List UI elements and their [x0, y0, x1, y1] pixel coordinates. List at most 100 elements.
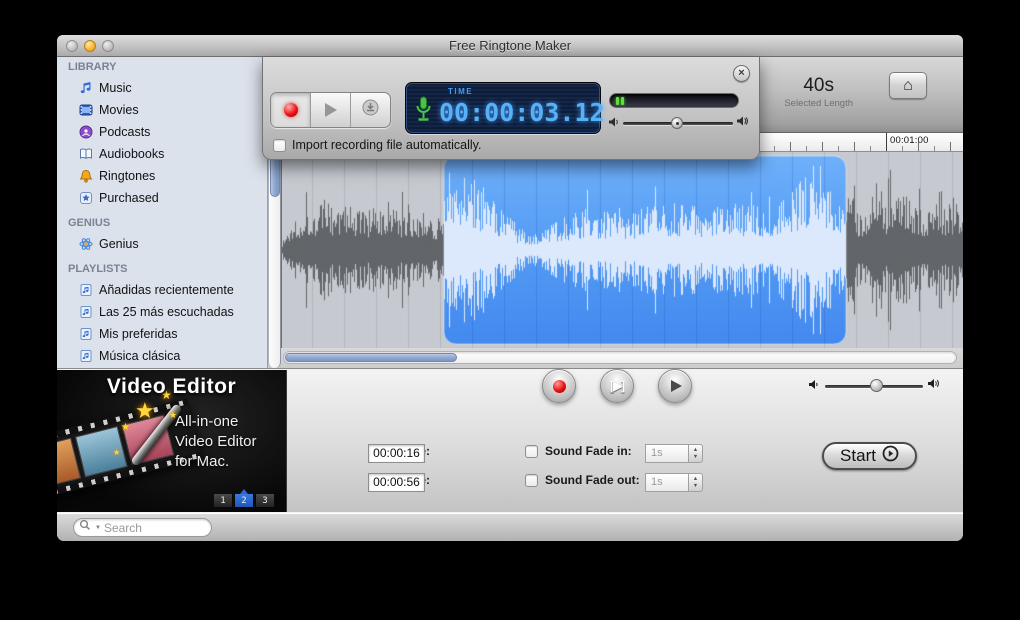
fade-in-checkbox[interactable] [525, 444, 538, 458]
speaker-low-icon [609, 114, 619, 132]
sidebar-item-label: Genius [99, 237, 139, 251]
sidebar-item-label: Ringtones [99, 169, 156, 183]
movies-icon [78, 103, 93, 118]
star-icon: ★ [113, 448, 121, 457]
record-icon [283, 103, 298, 117]
sidebar-item-purchased[interactable]: Purchased [57, 187, 267, 209]
import-auto-row: Import recording file automatically. [273, 138, 481, 152]
traffic-lights [66, 40, 114, 52]
sidebar-section-header: LIBRARY [68, 61, 117, 73]
playlist-icon [78, 349, 93, 364]
home-button[interactable]: ⌂ [889, 72, 927, 99]
time-value: 00:00:03.12 [439, 98, 605, 127]
preview-volume-slider[interactable] [809, 377, 941, 395]
selected-length-value: 40s [803, 75, 834, 96]
speaker-high-icon [928, 377, 941, 395]
sidebar-item-anadidas-recientemente[interactable]: Añadidas recientemente [57, 279, 267, 301]
waveform-area [281, 152, 963, 348]
volume-track[interactable] [623, 116, 733, 129]
ad-page-3[interactable]: 3 [256, 494, 274, 507]
stepper-arrows[interactable]: ▲ ▼ [688, 473, 703, 492]
fade-in-stepper[interactable]: 1s ▲ ▼ [645, 444, 703, 463]
stepper-down-icon: ▼ [692, 453, 699, 460]
import-auto-label: Import recording file automatically. [292, 138, 482, 152]
bottom-panel: ★ ★ ★ ★ ★ Video Editor All-in-one Video … [57, 368, 963, 512]
stepper-arrows[interactable]: ▲ ▼ [688, 444, 703, 463]
sidebar-item-podcasts[interactable]: Podcasts [57, 121, 267, 143]
video-editor-ad[interactable]: ★ ★ ★ ★ ★ Video Editor All-in-one Video … [57, 370, 287, 512]
sidebar-item-label: Añadidas recientemente [99, 283, 234, 297]
horizontal-scrollbar-thumb[interactable] [285, 353, 457, 362]
level-segment [621, 96, 624, 105]
volume-thumb[interactable] [671, 116, 684, 129]
volume-thumb[interactable] [870, 378, 884, 392]
sidebar-item-movies[interactable]: Movies [57, 99, 267, 121]
search-menu-chevron-icon[interactable]: ▼ [95, 525, 101, 531]
music-icon [78, 81, 93, 96]
fade-out-stepper[interactable]: 1s ▲ ▼ [645, 473, 703, 492]
sidebar-item-label: Movies [99, 103, 139, 117]
sidebar-item-ringtones[interactable]: Ringtones [57, 165, 267, 187]
sidebar-item-label: Audiobooks [99, 147, 165, 161]
playlist-icon [78, 327, 93, 342]
minimize-window-button[interactable] [84, 40, 96, 52]
volume-track[interactable] [825, 378, 923, 392]
import-auto-checkbox[interactable] [273, 138, 286, 152]
recorder-import-button[interactable] [350, 93, 390, 127]
ringtones-icon [78, 169, 93, 184]
title-bar[interactable]: Free Ringtone Maker [57, 35, 963, 57]
start-button[interactable]: Start [822, 442, 917, 470]
search-icon [79, 519, 92, 537]
home-icon: ⌂ [903, 76, 913, 94]
fade-in-value: 1s [645, 444, 688, 463]
audiobooks-icon [78, 147, 93, 162]
fade-out-checkbox[interactable] [525, 473, 538, 487]
search-field[interactable]: ▼ Search [73, 518, 212, 537]
loop-play-selection-button[interactable]: [▶] [600, 369, 634, 403]
record-icon [552, 379, 566, 393]
sidebar-item-las-25-mas-escuchadas[interactable]: Las 25 más escuchadas [57, 301, 267, 323]
recorder-volume-slider[interactable] [609, 116, 749, 130]
zoom-window-button[interactable] [102, 40, 114, 52]
import-download-icon [362, 99, 379, 121]
sidebar-item-musica-clasica[interactable]: Música clásica [57, 345, 267, 367]
playlist-icon [78, 283, 93, 298]
window-title: Free Ringtone Maker [448, 38, 572, 53]
sidebar-item-label: Purchased [99, 191, 159, 205]
ad-text-line: All-in-one [175, 413, 239, 430]
sidebar-vertical-scrollbar[interactable] [268, 135, 281, 368]
ad-title: Video Editor [106, 375, 237, 398]
stepper-down-icon: ▼ [692, 482, 699, 489]
start-button-label: Start [840, 446, 876, 465]
horizontal-scroll-strip [281, 348, 963, 368]
close-icon: × [738, 67, 745, 79]
record-transport-button[interactable] [542, 369, 576, 403]
recorder-close-button[interactable]: × [733, 65, 750, 82]
recorder-play-button[interactable] [310, 93, 350, 127]
ad-text: All-in-one Video Editor for Mac. [175, 412, 256, 472]
play-icon [324, 103, 337, 117]
sidebar-item-audiobooks[interactable]: Audiobooks [57, 143, 267, 165]
sidebar-item-music[interactable]: Music [57, 77, 267, 99]
star-icon: ★ [121, 422, 130, 433]
podcasts-icon [78, 125, 93, 140]
end-time-field[interactable]: 00:00:56 [368, 473, 425, 492]
playlist-icon [78, 305, 93, 320]
sidebar-item-genius[interactable]: Genius [57, 233, 267, 255]
fade-in-label: Sound Fade in: [545, 444, 632, 458]
record-button[interactable] [271, 93, 310, 127]
status-bar: ▼ Search [57, 512, 963, 541]
sidebar-item-mis-preferidas[interactable]: Mis preferidas [57, 323, 267, 345]
play-button[interactable] [658, 369, 692, 403]
ad-page-1[interactable]: 1 [214, 494, 232, 507]
sidebar: LIBRARY Music Movies Podcasts Audiobooks Ring… [57, 57, 268, 368]
waveform-horizontal-scrollbar[interactable] [283, 351, 957, 364]
ad-page-2[interactable]: 2 [235, 489, 253, 507]
close-window-button[interactable] [66, 40, 78, 52]
ad-text-line: Video Editor [175, 433, 257, 450]
start-time-field[interactable]: 00:00:16 [368, 444, 425, 463]
level-segment [616, 96, 619, 105]
waveform-canvas[interactable] [282, 152, 963, 348]
speaker-high-icon [737, 114, 749, 132]
transport-controls: [▶] [542, 369, 692, 403]
